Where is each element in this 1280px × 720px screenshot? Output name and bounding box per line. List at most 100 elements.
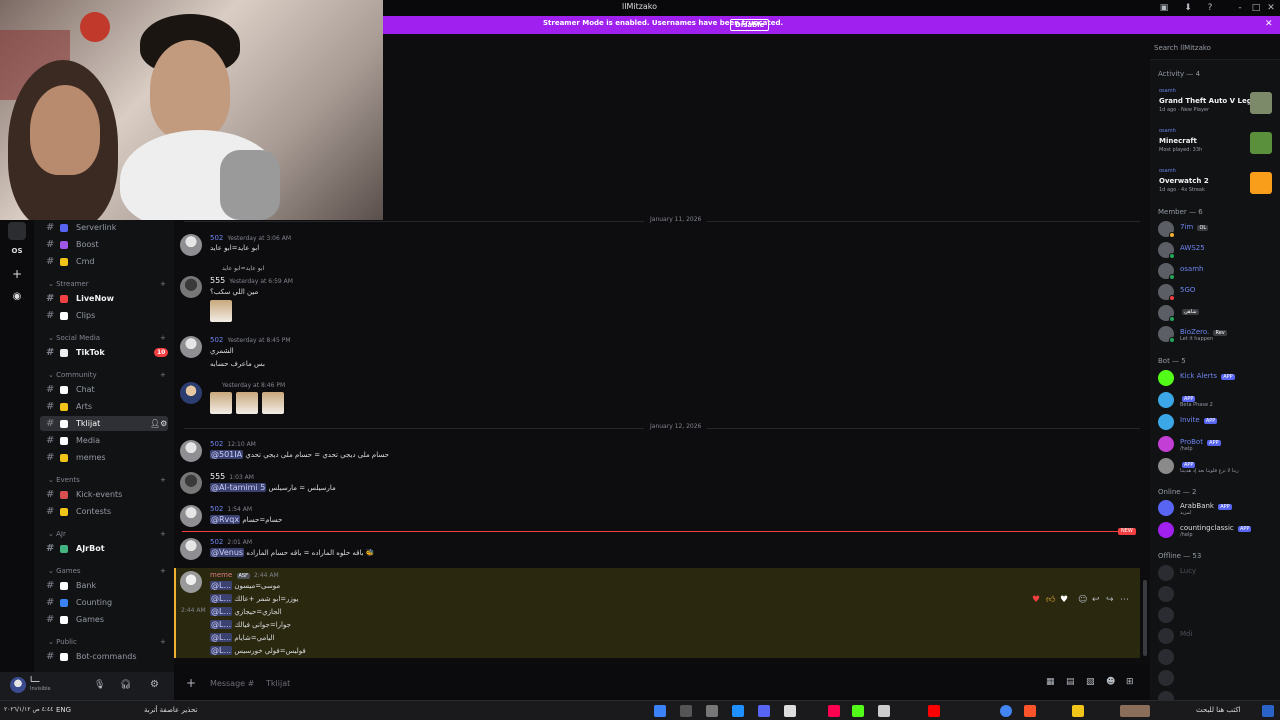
bot-item[interactable]: Invite APP xyxy=(1158,413,1276,431)
sticker-image[interactable] xyxy=(262,392,284,414)
headphones-icon[interactable]: 🎧︎ xyxy=(120,680,131,690)
discord-taskbar-icon[interactable] xyxy=(758,705,770,717)
bot-item[interactable]: APP Beta Phase 2 xyxy=(1158,391,1276,409)
member-item[interactable]: BioZero. Rev Let it happen xyxy=(1158,325,1276,343)
sticker-image[interactable] xyxy=(210,300,232,322)
sticker-icon[interactable]: ▧ xyxy=(1086,677,1095,687)
reply-preview[interactable]: ابو عايد=ابو عايد xyxy=(222,265,264,272)
message-author[interactable]: 502 2:01 AM xyxy=(210,538,252,546)
avatar[interactable] xyxy=(180,336,202,358)
channel-item[interactable]: # memes xyxy=(40,450,168,465)
channel-category[interactable]: ⌄ Streamer + xyxy=(48,280,166,288)
add-reaction-icon[interactable]: ☺ xyxy=(1078,595,1087,605)
sticker-image[interactable] xyxy=(236,392,258,414)
user-mention[interactable]: @L... xyxy=(210,633,233,642)
message-author[interactable]: 502 1:54 AM xyxy=(210,505,252,513)
forward-icon[interactable]: ↪ xyxy=(1106,595,1114,605)
add-channel-icon[interactable]: + xyxy=(160,280,166,288)
message-composer[interactable]: + Message # Tklijat ▦ ▤ ▧ ☻ ⊞ xyxy=(180,672,1140,696)
weather-warning[interactable]: تحذير عاصفة أتربة xyxy=(144,706,197,714)
apps-icon[interactable]: ⊞ xyxy=(1126,677,1134,687)
user-mention[interactable]: @L... xyxy=(210,646,233,655)
user-mention[interactable]: @501IA xyxy=(210,450,244,459)
avatar[interactable] xyxy=(180,234,202,256)
bot-item[interactable]: APP ربنا لا تزغ قلوبنا بعد إذ هديتنا xyxy=(1158,457,1276,475)
message-author[interactable]: 502 12:10 AM xyxy=(210,440,256,448)
heart-react-icon[interactable]: ♥ xyxy=(1032,595,1040,605)
close-window-button[interactable]: ✕ xyxy=(1265,2,1277,14)
channel-category[interactable]: ⌄ Community + xyxy=(48,371,166,379)
channel-category[interactable]: ⌄ AJr + xyxy=(48,530,166,538)
message-author[interactable]: 502 Yesterday at 8:45 PM xyxy=(210,336,291,344)
user-mention[interactable]: @Rvqx xyxy=(210,515,241,524)
channel-item[interactable]: # Bank xyxy=(40,578,168,593)
member-item[interactable]: شاهي xyxy=(1158,304,1276,322)
tiktok-taskbar-icon[interactable] xyxy=(828,705,840,717)
member-item[interactable]: 7im OL xyxy=(1158,220,1276,238)
windows-start-icon[interactable] xyxy=(1262,705,1274,717)
channel-item[interactable]: # TikTok 10 xyxy=(40,345,169,360)
reply-icon[interactable]: ↩ xyxy=(1092,595,1100,605)
minimize-button[interactable]: - xyxy=(1234,2,1246,14)
disable-streamer-button[interactable]: Disable xyxy=(730,19,770,31)
taskbar-thumbnail[interactable] xyxy=(1120,705,1150,717)
kick-taskbar-icon[interactable] xyxy=(852,705,864,717)
taskbar-clock[interactable]: ٤:٤٤ ص ٢٠٢٦/١/١٢ xyxy=(4,706,53,713)
add-channel-icon[interactable]: + xyxy=(160,567,166,575)
youtube-taskbar-icon[interactable] xyxy=(928,705,940,717)
channel-item[interactable]: # Boost xyxy=(40,237,168,252)
channel-item[interactable]: # Media xyxy=(40,433,168,448)
maximize-button[interactable]: □ xyxy=(1250,2,1262,14)
taskbar-app-icon[interactable] xyxy=(732,705,744,717)
add-channel-icon[interactable]: + xyxy=(160,638,166,646)
folder-taskbar-icon[interactable] xyxy=(1072,705,1084,717)
user-mention[interactable]: @L... xyxy=(210,607,233,616)
channel-item[interactable]: # Contests xyxy=(40,504,168,519)
add-channel-icon[interactable]: + xyxy=(160,371,166,379)
channel-category[interactable]: ⌄ Social Media + xyxy=(48,334,166,342)
bot-item[interactable]: ProBot APP/help xyxy=(1158,435,1276,453)
server-label[interactable]: OS xyxy=(8,242,26,260)
add-server-icon[interactable]: + xyxy=(8,265,26,283)
bot-item[interactable]: Kick Alerts APP xyxy=(1158,369,1276,387)
avatar[interactable] xyxy=(180,538,202,560)
chrome-taskbar-icon[interactable] xyxy=(1000,705,1012,717)
member-item[interactable]: Lucy xyxy=(1158,564,1276,582)
member-item[interactable]: AWS25 xyxy=(1158,241,1276,259)
member-item[interactable] xyxy=(1158,648,1276,666)
help-icon[interactable]: ? xyxy=(1204,2,1216,14)
user-mention[interactable]: @L... xyxy=(210,581,233,590)
taskbar-app-icon[interactable] xyxy=(878,705,890,717)
channel-item[interactable]: # Counting xyxy=(40,595,168,610)
close-icon[interactable]: ✕ xyxy=(1265,19,1273,29)
channel-item[interactable]: # AJrBot xyxy=(40,541,168,556)
user-mention[interactable]: @L... xyxy=(210,620,233,629)
user-avatar[interactable] xyxy=(10,677,26,693)
server-icon[interactable] xyxy=(8,222,26,240)
channel-category[interactable]: ⌄ Public + xyxy=(48,638,166,646)
member-item[interactable]: 5GO xyxy=(1158,283,1276,301)
taskbar-search[interactable]: اكتب هنا للبحث xyxy=(1196,706,1241,714)
activity-card[interactable]: osamh Minecraft Most played: 33h xyxy=(1158,126,1274,158)
member-item[interactable]: osamh xyxy=(1158,262,1276,280)
member-item[interactable] xyxy=(1158,606,1276,624)
channel-category[interactable]: ⌄ Events + xyxy=(48,476,166,484)
add-channel-icon[interactable]: + xyxy=(160,334,166,342)
member-item[interactable]: Mdi xyxy=(1158,627,1276,645)
language-indicator[interactable]: ENG xyxy=(56,706,71,714)
white-heart-icon[interactable]: ♥ xyxy=(1060,595,1068,605)
avatar[interactable] xyxy=(180,571,202,593)
avatar[interactable] xyxy=(180,440,202,462)
channel-item[interactable]: # Arts xyxy=(40,399,168,414)
user-mention[interactable]: @Al-tamimi 5 xyxy=(210,483,267,492)
message-author[interactable]: meme ASF 2:44 AM xyxy=(210,571,279,579)
download-icon[interactable]: ⬇ xyxy=(1182,2,1194,14)
channel-item[interactable]: # Clips xyxy=(40,308,168,323)
channel-item[interactable]: # LiveNow xyxy=(40,291,168,306)
attach-plus-icon[interactable]: + xyxy=(186,676,196,690)
search-input[interactable]: Search llMitzako xyxy=(1154,41,1270,55)
user-mention[interactable]: @L... xyxy=(210,594,233,603)
chat-scrollbar[interactable] xyxy=(1143,580,1147,656)
channel-item[interactable]: # Chat xyxy=(40,382,168,397)
activity-card[interactable]: osamh Grand Theft Auto V Legacy 1d ago · N… xyxy=(1158,86,1274,118)
